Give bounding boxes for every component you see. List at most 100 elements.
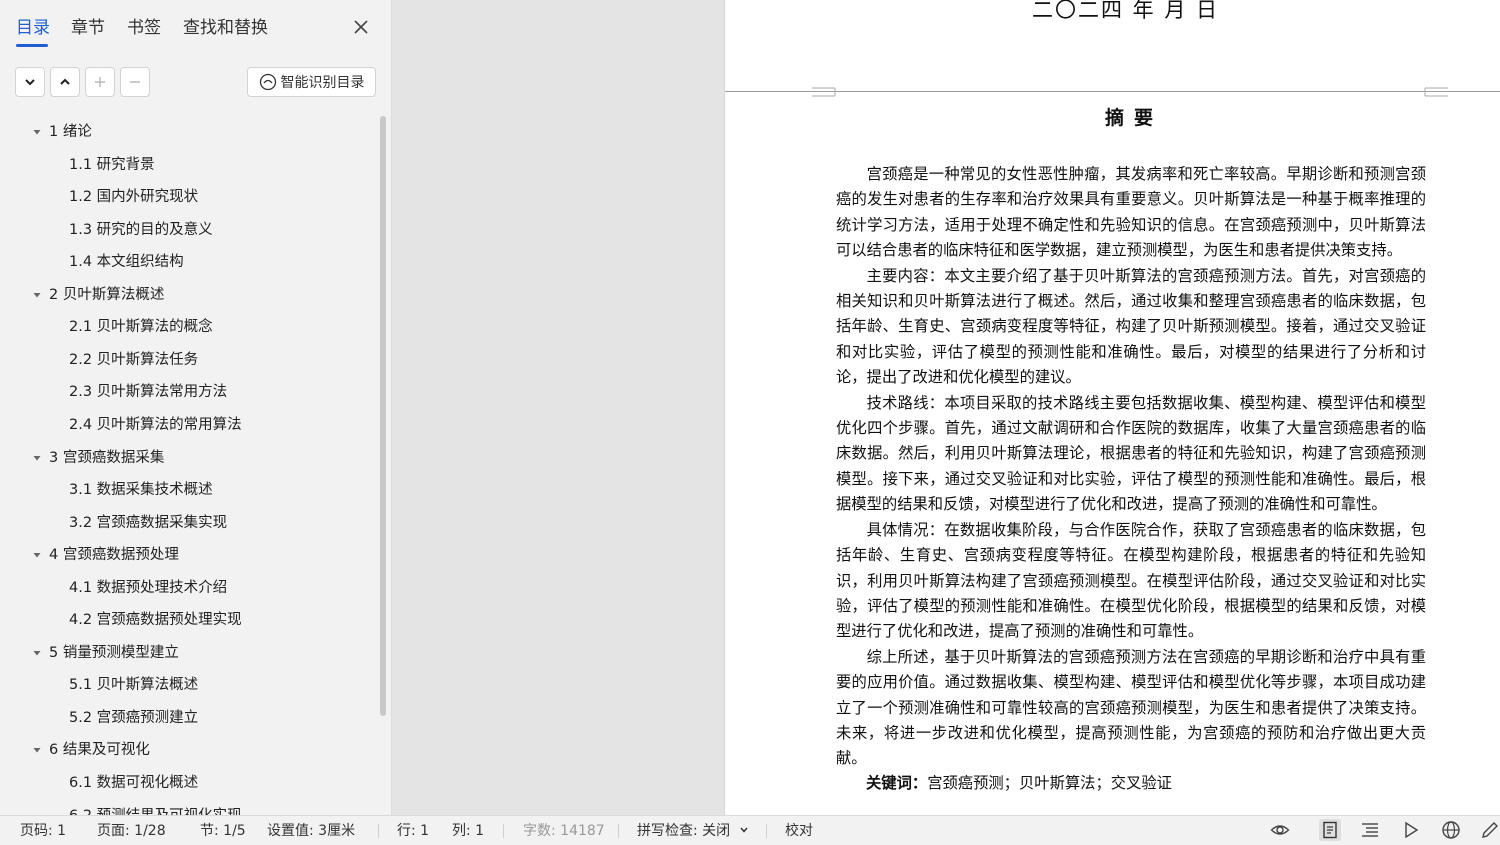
close-icon: [354, 20, 368, 34]
status-separator: [618, 824, 619, 838]
status-page-code[interactable]: 页码: 1: [20, 822, 66, 840]
collapse-caret-icon[interactable]: [31, 641, 43, 665]
status-spell-check[interactable]: 拼写检查: 关闭: [637, 822, 749, 840]
promote-level-button[interactable]: [50, 67, 80, 97]
page-view-button[interactable]: [1319, 819, 1341, 841]
toc-item-section[interactable]: 4.2 宫颈癌数据预处理实现: [69, 608, 242, 632]
spell-check-label: 拼写检查: 关闭: [637, 823, 731, 839]
collapse-caret-icon[interactable]: [31, 738, 43, 762]
toc-item-section[interactable]: 3.1 数据采集技术概述: [69, 478, 213, 502]
tab-find-replace[interactable]: 查找和替换: [183, 17, 268, 39]
toc-item-section[interactable]: 6.1 数据可视化概述: [69, 771, 198, 795]
tab-bookmarks[interactable]: 书签: [127, 17, 161, 39]
abstract-paragraph: 技术路线：本项目采取的技术路线主要包括数据收集、模型构建、模型评估和模型优化四个…: [836, 393, 1426, 514]
toc-item-chapter[interactable]: 2 贝叶斯算法概述: [33, 283, 165, 307]
toc-item-label: 2.3 贝叶斯算法常用方法: [69, 384, 228, 401]
status-proofread[interactable]: 校对: [785, 822, 813, 840]
tab-toc[interactable]: 目录: [16, 17, 50, 39]
page-break: [725, 91, 1500, 92]
outline-view-icon: [1362, 823, 1378, 837]
reading-mode-button[interactable]: [1400, 819, 1422, 841]
web-layout-button[interactable]: [1440, 819, 1462, 841]
toc-item-chapter[interactable]: 1 绪论: [33, 120, 92, 144]
status-section[interactable]: 节: 1/5: [200, 822, 246, 840]
close-pane-button[interactable]: [350, 16, 372, 38]
scrollbar-thumb[interactable]: [380, 116, 386, 716]
abstract-title: 摘要: [1105, 107, 1164, 129]
status-setting[interactable]: 设置值: 3厘米: [267, 822, 355, 840]
remove-heading-button[interactable]: [120, 67, 150, 97]
toc-item-label: 2.1 贝叶斯算法的概念: [69, 319, 213, 336]
page-corner-mark: [1424, 87, 1448, 97]
toc-item-chapter[interactable]: 5 销量预测模型建立: [33, 641, 179, 665]
toc-item-section[interactable]: 3.2 宫颈癌数据采集实现: [69, 511, 227, 535]
play-icon: [1405, 821, 1419, 839]
toc-item-section[interactable]: 2.3 贝叶斯算法常用方法: [69, 380, 227, 404]
toc-item-section[interactable]: 2.2 贝叶斯算法任务: [69, 348, 198, 372]
toc-item-label: 1.2 国内外研究现状: [69, 189, 199, 206]
pen-tool-button[interactable]: [1479, 819, 1500, 841]
toc-item-section[interactable]: 5.2 宫颈癌预测建立: [69, 706, 198, 730]
status-page[interactable]: 页面: 1/28: [97, 822, 166, 840]
toc-item-label: 2.2 贝叶斯算法任务: [69, 351, 199, 368]
toc-item-chapter[interactable]: 4 宫颈癌数据预处理: [33, 543, 179, 567]
demote-level-button[interactable]: [15, 67, 45, 97]
status-word-count[interactable]: 字数: 14187: [523, 822, 605, 840]
collapse-caret-icon[interactable]: [31, 120, 43, 144]
toc-item-section[interactable]: 2.4 贝叶斯算法的常用算法: [69, 413, 242, 437]
toc-item-section[interactable]: 5.1 贝叶斯算法概述: [69, 673, 198, 697]
toc-item-label: 4 宫颈癌数据预处理: [49, 547, 179, 564]
toc-item-section[interactable]: 1.1 研究背景: [69, 153, 155, 177]
page-corner-mark: [812, 87, 836, 97]
toc-item-section[interactable]: 4.1 数据预处理技术介绍: [69, 576, 227, 600]
status-bar: 页码: 1 页面: 1/28 节: 1/5 设置值: 3厘米 行: 1 列: 1…: [0, 815, 1500, 845]
toc-item-chapter[interactable]: 3 宫颈癌数据采集: [33, 446, 165, 470]
status-row[interactable]: 行: 1: [397, 822, 429, 840]
status-col[interactable]: 列: 1: [452, 822, 484, 840]
smart-toc-label: 智能识别目录: [280, 75, 365, 91]
eye-icon: [1270, 825, 1290, 835]
collapse-caret-icon[interactable]: [31, 446, 43, 470]
toc-scrollbar[interactable]: [378, 116, 388, 815]
active-tab-indicator: [16, 44, 48, 47]
toc-item-label: 6.1 数据可视化概述: [69, 775, 199, 791]
smart-toc-button[interactable]: 智能识别目录: [247, 67, 376, 97]
toc-item-label: 1 绪论: [49, 124, 92, 140]
toc-item-section[interactable]: 2.1 贝叶斯算法的概念: [69, 315, 213, 339]
collapse-caret-icon[interactable]: [31, 543, 43, 567]
outline-view-button[interactable]: [1359, 819, 1381, 841]
toc-item-label: 2.4 贝叶斯算法的常用算法: [69, 416, 242, 433]
toc-item-section[interactable]: 1.3 研究的目的及意义: [69, 218, 213, 242]
chevron-down-icon: [25, 79, 35, 86]
toc-item-label: 5.1 贝叶斯算法概述: [69, 677, 199, 694]
toc-item-label: 1.1 研究背景: [69, 156, 155, 173]
keywords-label: 关键词：: [866, 774, 928, 792]
add-heading-button[interactable]: [85, 67, 115, 97]
status-separator: [766, 824, 767, 838]
plus-icon: [95, 77, 105, 87]
document-page[interactable]: 二〇二四 年 月 日 摘要 宫颈癌是一种常见的女性恶性肿瘤，其发病率和死亡率较高…: [724, 0, 1500, 815]
toc-item-section[interactable]: 6.2 预测结果及可视化实现: [69, 804, 242, 815]
toc-item-label: 5 销量预测模型建立: [49, 644, 179, 661]
status-separator: [378, 824, 379, 838]
toc-item-label: 3.2 宫颈癌数据采集实现: [69, 514, 228, 531]
toc-item-label: 1.4 本文组织结构: [69, 254, 184, 271]
tab-chapters[interactable]: 章节: [71, 17, 105, 39]
toc-item-label: 3 宫颈癌数据采集: [49, 449, 165, 466]
collapse-caret-icon[interactable]: [31, 283, 43, 307]
keywords-text: 宫颈癌预测；贝叶斯算法；交叉验证: [927, 774, 1172, 792]
pen-icon: [1482, 822, 1498, 838]
toc-item-label: 2 贝叶斯算法概述: [49, 286, 165, 303]
eye-protection-button[interactable]: [1269, 819, 1291, 841]
page-view-icon: [1323, 821, 1337, 839]
abstract-body: 宫颈癌是一种常见的女性恶性肿瘤，其发病率和死亡率较高。早期诊断和预测宫颈癌的发生…: [836, 162, 1426, 772]
abstract-paragraph: 宫颈癌是一种常见的女性恶性肿瘤，其发病率和死亡率较高。早期诊断和预测宫颈癌的发生…: [836, 165, 1426, 260]
ai-recognize-icon: [259, 73, 276, 91]
toc-item-section[interactable]: 1.4 本文组织结构: [69, 250, 184, 274]
toc-item-section[interactable]: 1.2 国内外研究现状: [69, 185, 198, 209]
nav-tabs: 目录 章节 书签 查找和替换: [0, 0, 391, 56]
toc-item-label: 4.1 数据预处理技术介绍: [69, 579, 228, 596]
abstract-paragraph: 综上所述，基于贝叶斯算法的宫颈癌预测方法在宫颈癌的早期诊断和治疗中具有重要的应用…: [836, 647, 1426, 768]
toc-item-label: 6 结果及可视化: [49, 742, 150, 759]
toc-item-chapter[interactable]: 6 结果及可视化: [33, 738, 150, 762]
